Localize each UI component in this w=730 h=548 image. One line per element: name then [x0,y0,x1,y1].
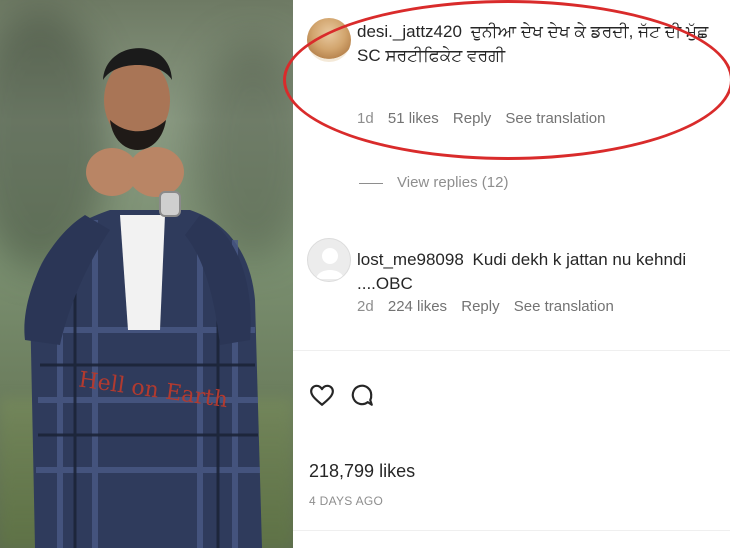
replies-dash [359,182,383,184]
comments-panel: desi._jattz420 ਦੁਨੀਆ ਦੇਖ ਦੇਖ ਕੇ ਡਰਦੀ, ਜੱ… [283,0,730,548]
divider [293,350,730,351]
comment-meta: 1d 51 likes Reply See translation [357,110,616,127]
comment-likes[interactable]: 224 likes [388,298,447,315]
post-photo: Hell on Earth [0,0,293,548]
post-likes-count[interactable]: 218,799 likes [309,461,415,482]
avatar[interactable] [307,238,351,282]
comment-likes[interactable]: 51 likes [388,110,439,127]
avatar[interactable] [307,18,351,62]
divider [293,530,730,531]
reply-button[interactable]: Reply [453,110,491,127]
heart-icon[interactable] [309,382,335,408]
comment-meta: 2d 224 likes Reply See translation [357,298,624,315]
comment-username[interactable]: desi._jattz420 [357,22,462,41]
comment-body: desi._jattz420 ਦੁਨੀਆ ਦੇਖ ਦੇਖ ਕੇ ਡਰਦੀ, ਜੱ… [357,20,727,68]
comment-time: 1d [357,110,374,127]
post-actions [309,382,375,408]
comment-bubble-icon[interactable] [349,382,375,408]
post-timestamp: 4 DAYS AGO [309,494,384,508]
view-replies-label: View replies (12) [397,174,509,191]
view-replies-button[interactable]: View replies (12) [359,174,508,191]
person-illustration: Hell on Earth [24,48,262,548]
comment-body: lost_me98098 Kudi dekh k jattan nu kehnd… [357,248,727,296]
reply-button[interactable]: Reply [461,298,499,315]
see-translation-button[interactable]: See translation [514,298,614,315]
see-translation-button[interactable]: See translation [505,110,605,127]
default-avatar-icon [316,248,344,279]
comment-time: 2d [357,298,374,315]
comment-username[interactable]: lost_me98098 [357,250,464,269]
